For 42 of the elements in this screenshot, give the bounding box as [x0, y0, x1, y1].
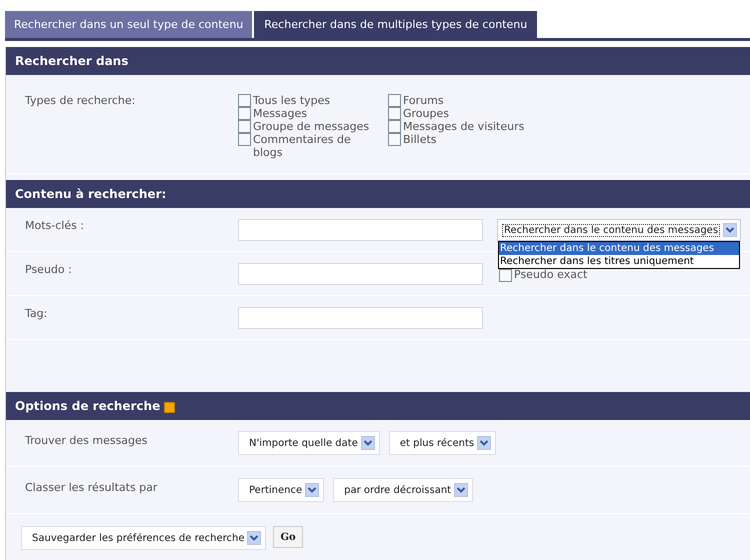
- checkbox-label: Groupes: [403, 107, 449, 120]
- text-field[interactable]: [238, 307, 483, 329]
- dropdown-option[interactable]: Rechercher dans le contenu des messages: [499, 242, 739, 255]
- checkbox[interactable]: [238, 120, 251, 133]
- field-label: Types de recherche:: [25, 94, 136, 109]
- checkbox-label: Messages: [253, 107, 307, 120]
- dropdown[interactable]: et plus récents: [388, 431, 496, 455]
- dropdown[interactable]: N'importe quelle date: [238, 431, 380, 455]
- checkbox[interactable]: [388, 94, 401, 107]
- checkbox-label: Billets: [403, 133, 437, 146]
- checkbox[interactable]: [388, 107, 401, 120]
- field-label: Trouver des messages: [25, 434, 149, 449]
- checkbox-label: Forums: [403, 94, 444, 107]
- section-title: Options de recherche: [15, 399, 160, 413]
- checkbox-label: Tous les types: [253, 94, 330, 107]
- dropdown[interactable]: par ordre décroissant: [333, 478, 474, 502]
- field-label: Classer les résultats par: [25, 481, 158, 496]
- checkbox[interactable]: [238, 107, 251, 120]
- text-field[interactable]: [238, 263, 483, 285]
- checkbox[interactable]: [388, 133, 401, 146]
- dropdown-option[interactable]: Rechercher dans les titres uniquement: [499, 255, 739, 268]
- tab[interactable]: Rechercher dans un seul type de contenu: [5, 11, 252, 38]
- dropdown[interactable]: Rechercher dans le contenu des messages: [497, 219, 742, 241]
- section-title: Contenu à rechercher:: [15, 187, 166, 201]
- checkbox[interactable]: [388, 120, 401, 133]
- field-label: Mots-clés :: [25, 219, 86, 234]
- checkbox-label: Groupe de messages: [253, 120, 370, 133]
- checkbox[interactable]: [238, 133, 251, 146]
- tab[interactable]: Rechercher dans de multiples types de contenu: [254, 11, 538, 38]
- field-label: Tag:: [25, 307, 48, 322]
- go-button[interactable]: Go: [273, 526, 303, 548]
- dropdown[interactable]: Pertinence: [238, 478, 324, 502]
- checkbox-label: Pseudo exact: [514, 269, 588, 282]
- field-label: Pseudo :: [25, 263, 73, 278]
- checkbox[interactable]: [238, 94, 251, 107]
- text-field[interactable]: [238, 219, 483, 241]
- checkbox-label: Messages de visiteurs: [403, 120, 524, 133]
- checkbox[interactable]: [499, 269, 512, 282]
- section-title: Rechercher dans: [15, 54, 128, 68]
- dropdown[interactable]: Sauvegarder les préférences de recherche: [21, 526, 266, 550]
- checkbox-label: Commentaires de blogs: [253, 133, 352, 159]
- collapse-icon[interactable]: [164, 402, 176, 412]
